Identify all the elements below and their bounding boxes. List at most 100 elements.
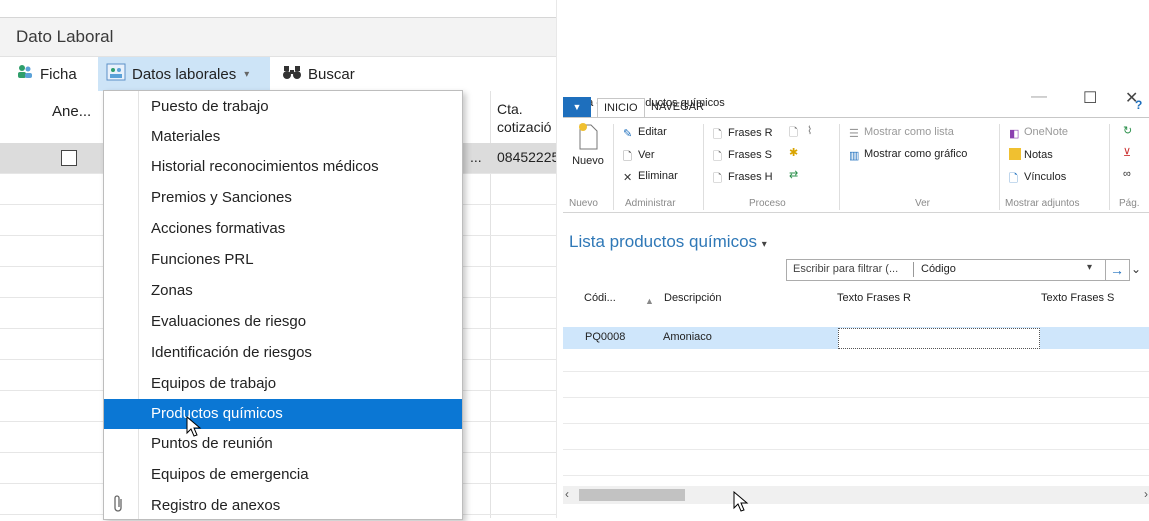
horizontal-scrollbar[interactable]: ‹ › <box>563 486 1149 504</box>
menu-item-puesto-de-trabajo[interactable]: Puesto de trabajo <box>104 92 462 122</box>
menu-item-label: Puesto de trabajo <box>151 98 269 115</box>
apply-filter-arrow-icon[interactable]: → <box>1105 260 1128 280</box>
scroll-right-icon[interactable]: › <box>1144 487 1148 501</box>
frases-r-button[interactable]: 🗋 Frases R <box>713 126 773 141</box>
menu-item-zonas[interactable]: Zonas <box>104 276 462 306</box>
col-texto-frases-s-header[interactable]: Texto Frases S <box>1041 292 1114 304</box>
nuevo-label: Nuevo <box>572 155 604 167</box>
page-title[interactable]: Lista productos químicos ▾ <box>569 232 767 252</box>
maximize-button[interactable]: ☐ <box>1083 88 1097 108</box>
mostrar-como-grafico-button[interactable]: ▥ Mostrar como gráfico <box>849 148 967 162</box>
onenote-icon: ◧ <box>1009 128 1020 140</box>
binoculars-icon[interactable]: ∞ <box>1123 168 1131 180</box>
binoculars-icon <box>282 64 302 84</box>
filter-divider <box>913 262 914 277</box>
help-icon[interactable]: ? <box>1135 98 1142 112</box>
link-arrows-icon[interactable]: ⇄ <box>789 168 798 181</box>
menu-item-historial-reconocimientos[interactable]: Historial reconocimientos médicos <box>104 152 462 182</box>
onenote-button[interactable]: ◧ OneNote <box>1009 126 1068 140</box>
tab-navegar[interactable]: NAVEGAR <box>645 98 710 116</box>
menu-item-materiales[interactable]: Materiales <box>104 122 462 152</box>
link-icon: 🗋 <box>1009 173 1018 185</box>
texto-frases-r-cell[interactable] <box>838 328 1040 349</box>
mostrar-lista-label: Mostrar como lista <box>864 126 954 138</box>
menu-item-label: Historial reconocimientos médicos <box>151 158 379 175</box>
codigo-cell: PQ0008 <box>585 331 626 343</box>
group-adjuntos-label: Mostrar adjuntos <box>1005 198 1080 209</box>
page-icon[interactable]: 🗋 <box>789 124 798 143</box>
mouse-pointer-icon <box>186 416 202 437</box>
buscar-button[interactable]: Buscar <box>282 57 355 91</box>
menu-item-evaluaciones-riesgo[interactable]: Evaluaciones de riesgo <box>104 307 462 337</box>
group-proceso-label: Proceso <box>749 198 786 209</box>
menu-item-equipos-emergencia[interactable]: Equipos de emergencia <box>104 460 462 490</box>
group-separator <box>999 124 1000 210</box>
mostrar-como-lista-button[interactable]: ☰ Mostrar como lista <box>849 126 954 140</box>
refresh-icon[interactable]: ↻ <box>1123 124 1132 137</box>
expand-chevron-icon[interactable]: ⌄ <box>1131 262 1141 276</box>
menu-item-puntos-reunion[interactable]: Puntos de reunión <box>104 429 462 459</box>
filter-field[interactable]: Código <box>921 263 956 275</box>
ficha-button[interactable]: Ficha <box>16 57 77 91</box>
tab-inicio[interactable]: INICIO <box>597 98 645 117</box>
editar-label: Editar <box>638 126 667 138</box>
sort-ascending-icon: ▲ <box>645 296 654 306</box>
menu-item-identificacion-riesgos[interactable]: Identificación de riesgos <box>104 338 462 368</box>
ver-button[interactable]: 🗋 Ver <box>623 148 655 163</box>
menu-item-label: Funciones PRL <box>151 251 254 268</box>
eliminar-button[interactable]: ✕ Eliminar <box>623 170 678 184</box>
page-title-text: Lista productos químicos <box>569 232 758 251</box>
vinculos-button[interactable]: 🗋 Vínculos <box>1009 170 1067 185</box>
row-divider <box>563 449 1149 450</box>
pencil-icon: ✎ <box>623 128 633 140</box>
filter-input[interactable]: Escribir para filtrar (... Código ▾ → <box>786 259 1130 281</box>
menu-item-label: Registro de anexos <box>151 497 281 514</box>
mouse-pointer-icon <box>733 491 749 512</box>
document-icon: 🗋 <box>713 173 722 185</box>
menu-item-label: Zonas <box>151 282 193 299</box>
frases-r-label: Frases R <box>728 127 773 139</box>
col-descripcion-header[interactable]: Descripción <box>664 292 721 304</box>
frases-h-button[interactable]: 🗋 Frases H <box>713 170 773 185</box>
doc-star-icon[interactable]: ✱ <box>789 146 798 159</box>
menu-item-premios-sanciones[interactable]: Premios y Sanciones <box>104 183 462 213</box>
toolbar: Ficha Datos laborales ▾ Buscar <box>0 57 556 92</box>
table-row[interactable]: PQ0008 Amoniaco <box>563 327 1149 349</box>
col-anexo-header[interactable]: Ane... <box>52 103 91 120</box>
group-separator <box>1109 124 1110 210</box>
row-divider <box>563 371 1149 372</box>
scrollbar-thumb[interactable] <box>579 489 685 501</box>
document-icon: 🗋 <box>713 151 722 163</box>
menu-item-funciones-prl[interactable]: Funciones PRL <box>104 245 462 275</box>
menu-item-productos-quimicos[interactable]: Productos químicos <box>104 399 462 429</box>
file-menu-button[interactable]: ▼ <box>563 97 591 117</box>
minimize-button[interactable]: — <box>1031 88 1047 106</box>
notas-button[interactable]: Notas <box>1009 148 1053 161</box>
col-codigo-header[interactable]: Códi... <box>584 292 616 304</box>
row-divider <box>563 397 1149 398</box>
ficha-label: Ficha <box>40 65 77 83</box>
frases-s-button[interactable]: 🗋 Frases S <box>713 148 773 163</box>
col-cta-line1: Cta. <box>497 101 523 117</box>
col-texto-frases-r-header[interactable]: Texto Frases R <box>837 292 911 304</box>
nuevo-button[interactable]: Nuevo <box>571 122 605 167</box>
vinculos-label: Vínculos <box>1024 171 1067 183</box>
col-cta-header[interactable]: Cta. cotizació <box>497 100 551 136</box>
datos-laborales-dropdown-button[interactable]: Datos laborales ▾ <box>98 57 270 91</box>
menu-item-registro-anexos[interactable]: Registro de anexos <box>104 491 462 521</box>
frases-s-label: Frases S <box>728 149 773 161</box>
menu-item-acciones-formativas[interactable]: Acciones formativas <box>104 214 462 244</box>
menu-item-label: Identificación de riesgos <box>151 344 312 361</box>
paperclip-icon[interactable]: ⌇ <box>807 124 812 137</box>
editar-button[interactable]: ✎ Editar <box>623 126 667 140</box>
truncated-cell: ... <box>470 149 482 165</box>
notas-label: Notas <box>1024 149 1053 161</box>
users-icon <box>16 64 34 84</box>
chevron-down-icon[interactable]: ▾ <box>1087 262 1092 273</box>
clear-filter-icon[interactable]: ⊻ <box>1123 146 1131 159</box>
scroll-left-icon[interactable]: ‹ <box>565 487 569 501</box>
menu-item-equipos-trabajo[interactable]: Equipos de trabajo <box>104 369 462 399</box>
frases-h-label: Frases H <box>728 171 773 183</box>
annex-checkbox[interactable] <box>61 150 77 166</box>
chevron-down-icon: ▾ <box>244 68 250 80</box>
